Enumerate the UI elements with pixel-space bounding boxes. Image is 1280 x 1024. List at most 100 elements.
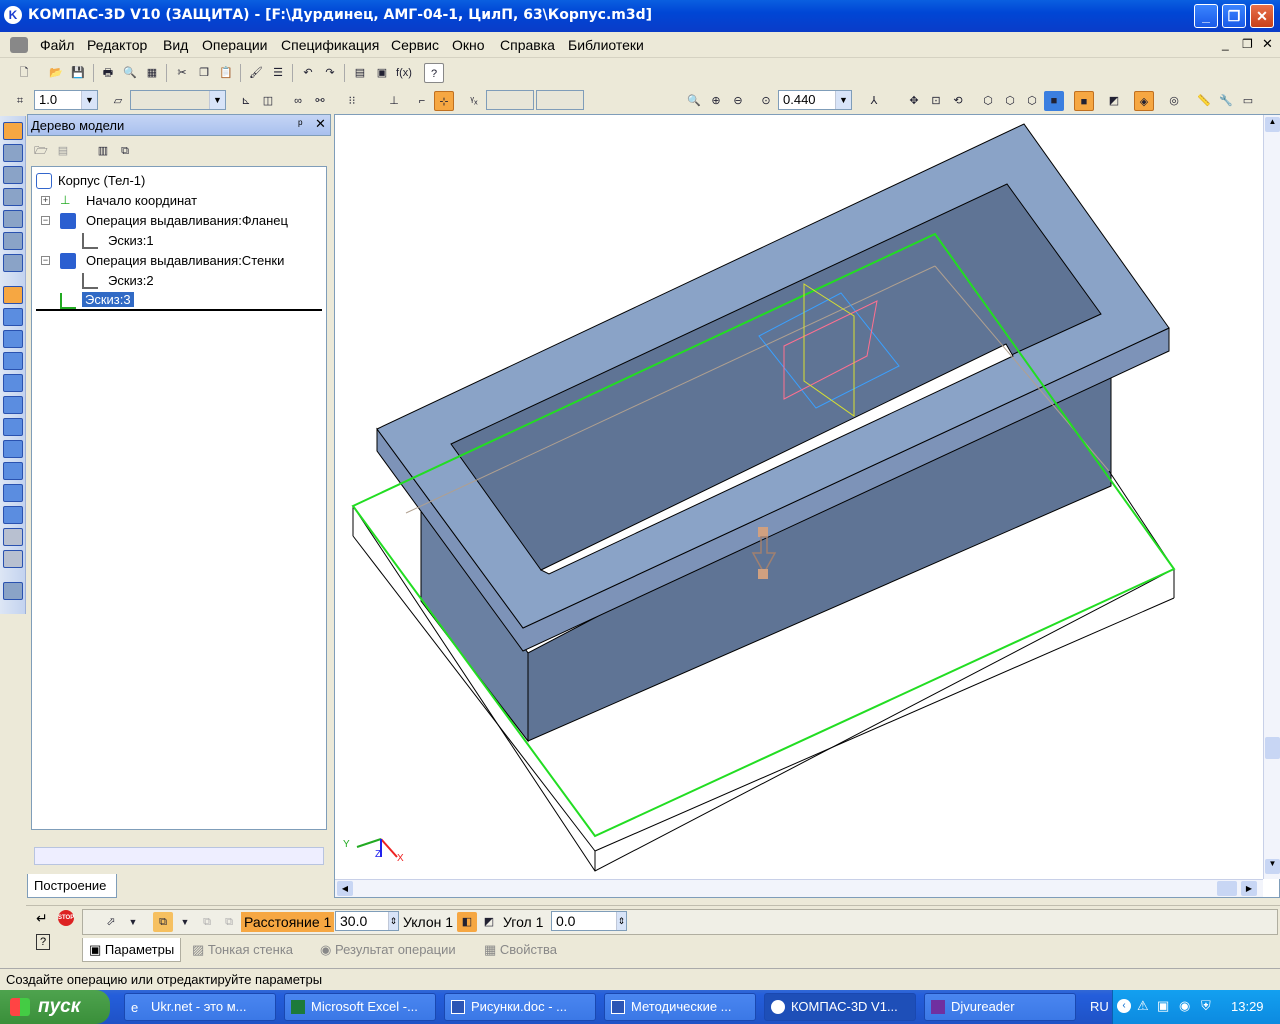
close-button[interactable]: ✕ <box>1250 4 1274 28</box>
menu-help[interactable]: Справка <box>500 37 555 53</box>
wireframe-icon[interactable]: ⬡ <box>978 91 998 111</box>
coordinates-icon[interactable]: ᵞₓ <box>464 91 484 111</box>
variables-icon[interactable]: ▣ <box>372 63 392 83</box>
unlink-icon[interactable]: ⚯ <box>310 91 330 111</box>
method-icon[interactable]: ⧉ <box>153 912 173 932</box>
doc-close-icon[interactable]: ✕ <box>1262 36 1273 52</box>
coord-y-field[interactable] <box>536 90 584 110</box>
maximize-button[interactable]: ❐ <box>1222 4 1246 28</box>
properties-list-icon[interactable]: ☰ <box>268 63 288 83</box>
copy-params-icon[interactable]: ⧉ <box>197 912 217 932</box>
library-icon[interactable] <box>3 582 23 600</box>
section-icon[interactable]: ◈ <box>1134 91 1154 111</box>
new-file-icon[interactable]: 🗋 <box>14 63 34 83</box>
task-ukrnet[interactable]: e Ukr.net - это м... <box>124 993 276 1021</box>
rib-icon[interactable] <box>3 462 23 480</box>
3d-viewport[interactable]: Y Z X ▲ ▼ ◀ ▶ <box>334 114 1280 898</box>
antivirus-icon[interactable]: ◉ <box>1179 998 1190 1014</box>
panel-close-icon[interactable]: ✕ <box>315 116 326 132</box>
array-icon[interactable] <box>3 484 23 502</box>
tab-operation-result[interactable]: ◉ Результат операции <box>314 938 462 962</box>
undo-icon[interactable]: ↶ <box>298 63 318 83</box>
task-word-risunki[interactable]: Рисунки.doc - ... <box>444 993 596 1021</box>
menu-operations[interactable]: Операции <box>202 37 268 53</box>
collapse-icon[interactable]: − <box>41 216 50 225</box>
split-icon[interactable] <box>3 550 23 568</box>
tray-expand-icon[interactable]: ‹ <box>1117 999 1131 1013</box>
doc-minimize-icon[interactable]: _ <box>1222 37 1229 51</box>
tab-properties[interactable]: ▦ Свойства <box>478 938 563 962</box>
task-word-methodical[interactable]: Методические ... <box>604 993 756 1021</box>
scroll-right-icon[interactable]: ▶ <box>1241 881 1257 896</box>
connection-icon[interactable]: ▣ <box>1157 998 1169 1014</box>
pan-icon[interactable]: ✥ <box>904 91 924 111</box>
viewport-hscrollbar[interactable]: ◀ ▶ <box>335 879 1263 897</box>
snap-icon[interactable]: ⌗ <box>10 91 30 111</box>
zoom-out-icon[interactable]: ⊖ <box>728 91 748 111</box>
scroll-thumb[interactable] <box>1265 737 1280 759</box>
hidden-lines-icon[interactable]: ⬡ <box>1000 91 1020 111</box>
tab-parameters[interactable]: ▣ Параметры <box>82 938 182 962</box>
step-combo[interactable]: 1.0 ▼ <box>34 90 98 110</box>
menu-file[interactable]: Файл <box>40 37 74 53</box>
menu-specification[interactable]: Спецификация <box>281 37 379 53</box>
direction-dropdown[interactable]: ▼ <box>123 912 143 932</box>
tree-sort-icon[interactable]: 🗁 <box>31 141 51 161</box>
shell-icon[interactable] <box>3 440 23 458</box>
zoom-combo[interactable]: 0.440 ▼ <box>778 90 852 110</box>
paste-params-icon[interactable]: ⧉ <box>219 912 239 932</box>
help-pointer-icon[interactable]: ? <box>424 63 444 83</box>
function-icon[interactable]: f(x) <box>394 63 414 83</box>
copy-icon[interactable]: ❐ <box>194 63 214 83</box>
scroll-down-icon[interactable]: ▼ <box>1265 859 1280 874</box>
print-icon[interactable]: 🖶 <box>98 63 118 83</box>
redo-icon[interactable]: ↷ <box>320 63 340 83</box>
network-icon[interactable]: ⚠ <box>1137 998 1149 1014</box>
boolean-icon[interactable] <box>3 528 23 546</box>
shaded-edges-icon[interactable]: ■ <box>1074 91 1094 111</box>
thin-lines-icon[interactable]: ⬡ <box>1022 91 1042 111</box>
language-indicator[interactable]: RU <box>1090 999 1109 1014</box>
orientation-icon[interactable]: ⅄ <box>864 91 884 111</box>
tab-thin-wall[interactable]: ▨ Тонкая стенка <box>186 938 299 962</box>
tree-hscrollbar[interactable] <box>34 847 324 865</box>
preview-icon[interactable]: 🔍 <box>120 63 140 83</box>
plane-icon[interactable]: ◫ <box>258 91 278 111</box>
task-excel[interactable]: Microsoft Excel -... <box>284 993 436 1021</box>
zoom-in-icon[interactable]: ⊕ <box>706 91 726 111</box>
extrude-icon[interactable] <box>3 286 23 304</box>
mirror-icon[interactable] <box>3 506 23 524</box>
menu-service[interactable]: Сервис <box>391 37 439 53</box>
panel-icon[interactable]: ▭ <box>1238 91 1258 111</box>
slope-direction-icon[interactable]: ◩ <box>479 912 499 932</box>
paste-icon[interactable]: 📋 <box>216 63 236 83</box>
open-file-icon[interactable]: 📂 <box>46 63 66 83</box>
expand-icon[interactable]: + <box>41 196 50 205</box>
edit-part-icon[interactable] <box>3 122 23 140</box>
snap-active-icon[interactable]: ⊹ <box>434 91 454 111</box>
perspective-icon[interactable]: ◩ <box>1104 91 1124 111</box>
tools-icon[interactable]: 🔧 <box>1216 91 1236 111</box>
shaded-icon[interactable]: ■ <box>1044 91 1064 111</box>
format-brush-icon[interactable]: 🖌 <box>246 63 266 83</box>
hole-icon[interactable] <box>3 374 23 392</box>
loft-icon[interactable] <box>3 352 23 370</box>
spec-icon[interactable] <box>3 232 23 250</box>
style-combo[interactable]: ▼ <box>130 90 226 110</box>
zoom-scale-icon[interactable]: ⊙ <box>756 91 776 111</box>
coord-x-field[interactable] <box>486 90 534 110</box>
scroll-up-icon[interactable]: ▲ <box>1265 117 1280 132</box>
slope-toggle-icon[interactable]: ◧ <box>457 912 477 932</box>
direction-icon[interactable]: ⬀ <box>101 912 121 932</box>
local-cs-icon[interactable]: ⊥ <box>384 91 404 111</box>
cut-icon[interactable]: ✂ <box>172 63 192 83</box>
sketch-icon[interactable]: ⊾ <box>236 91 256 111</box>
rotate-icon[interactable]: ⟲ <box>948 91 968 111</box>
task-kompas[interactable]: КОМПАС-3D V1... <box>764 993 916 1021</box>
pin-icon[interactable]: ᵖ <box>298 117 303 131</box>
show-all-icon[interactable]: ⊡ <box>926 91 946 111</box>
help-icon[interactable]: ? <box>36 934 50 950</box>
grid-icon[interactable]: ⁝⁝ <box>342 91 362 111</box>
method-dropdown[interactable]: ▼ <box>175 912 195 932</box>
collapse-icon[interactable]: − <box>41 256 50 265</box>
